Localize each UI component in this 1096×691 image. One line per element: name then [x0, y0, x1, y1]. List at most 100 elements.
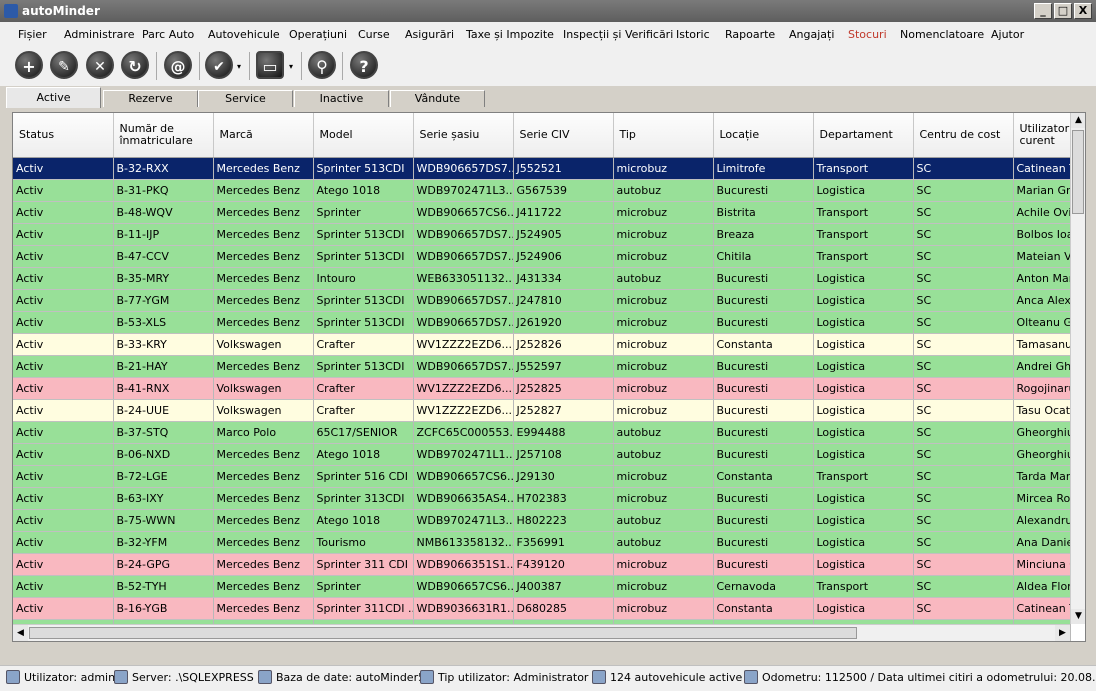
column-header[interactable]: Număr de înmatriculare	[113, 113, 214, 158]
table-cell[interactable]: J524905	[513, 223, 614, 246]
table-cell[interactable]: Sprinter	[313, 201, 414, 224]
column-header[interactable]: Locație	[713, 113, 814, 158]
table-cell[interactable]: WDB9702471L3...	[413, 509, 514, 532]
table-cell[interactable]: Mercedes Benz	[213, 179, 314, 202]
table-cell[interactable]: WV1ZZZ2EZD6...	[413, 333, 514, 356]
menu-operatiuni[interactable]: Operațiuni	[289, 28, 347, 41]
table-cell[interactable]: ZCFC65C000553...	[413, 421, 514, 444]
menu-curse[interactable]: Curse	[358, 28, 390, 41]
email-icon[interactable]: @	[164, 51, 192, 79]
table-cell[interactable]: microbuz	[613, 333, 714, 356]
tab-active[interactable]: Active	[6, 87, 101, 108]
table-cell[interactable]: B-33-KRY	[113, 333, 214, 356]
table-cell[interactable]: Mercedes Benz	[213, 443, 314, 466]
table-cell[interactable]: Mercedes Benz	[213, 267, 314, 290]
table-cell[interactable]: Cernavoda	[713, 575, 814, 598]
table-row[interactable]: Activ B-77-YGM Mercedes Benz Sprinter 513C…	[13, 289, 1071, 312]
table-cell[interactable]: Mercedes Benz	[213, 157, 314, 180]
maximize-button[interactable]: □	[1054, 3, 1072, 19]
table-cell[interactable]: Constanta	[713, 597, 814, 620]
column-header[interactable]: Status	[13, 113, 114, 158]
table-cell[interactable]: Mercedes Benz	[213, 465, 314, 488]
table-cell[interactable]: J524906	[513, 245, 614, 268]
table-row[interactable]: Activ B-48-WQV Mercedes Benz Sprinter WDB90…	[13, 201, 1071, 224]
table-cell[interactable]: Breaza	[713, 223, 814, 246]
search-icon[interactable]: ⚲	[308, 51, 336, 79]
table-cell[interactable]: SC	[913, 245, 1014, 268]
table-cell[interactable]: B-11-IJP	[113, 223, 214, 246]
table-cell[interactable]: Atego 1018	[313, 179, 414, 202]
table-cell[interactable]: microbuz	[613, 289, 714, 312]
table-cell[interactable]: B-24-UUE	[113, 399, 214, 422]
table-cell[interactable]: SC	[913, 289, 1014, 312]
tab-service[interactable]: Service	[198, 90, 293, 107]
table-cell[interactable]: B-31-PKQ	[113, 179, 214, 202]
table-cell[interactable]: B-06-NXD	[113, 443, 214, 466]
table-cell[interactable]: Sprinter 513CDI	[313, 245, 414, 268]
horizontal-scrollbar[interactable]: ◀ ▶	[13, 624, 1070, 641]
table-cell[interactable]: WDB9702471L3...	[413, 179, 514, 202]
table-cell[interactable]: J552521	[513, 157, 614, 180]
table-cell[interactable]: Limitrofe	[713, 157, 814, 180]
table-cell[interactable]: J411722	[513, 201, 614, 224]
table-cell[interactable]: Marco Polo	[213, 421, 314, 444]
menu-inspectii[interactable]: Inspecții și Verificări	[563, 28, 673, 41]
table-cell[interactable]: Logistica	[813, 179, 914, 202]
table-cell[interactable]: E994488	[513, 421, 614, 444]
table-cell[interactable]: Atego 1018	[313, 509, 414, 532]
table-cell[interactable]: J400387	[513, 575, 614, 598]
delete-icon[interactable]: ✕	[86, 51, 114, 79]
table-cell[interactable]: B-24-GPG	[113, 553, 214, 576]
table-row[interactable]: Activ B-31-PKQ Mercedes Benz Atego 1018 WDB…	[13, 179, 1071, 202]
table-cell[interactable]: B-52-TYH	[113, 575, 214, 598]
table-cell[interactable]: Sprinter 313CDI	[313, 487, 414, 510]
table-cell[interactable]: Sprinter 513CDI	[313, 355, 414, 378]
scroll-left-icon[interactable]: ◀	[13, 625, 28, 641]
table-cell[interactable]: SC	[913, 597, 1014, 620]
table-cell[interactable]: Bucuresti	[713, 311, 814, 334]
vertical-scrollbar[interactable]: ▲ ▼	[1070, 113, 1085, 624]
table-cell[interactable]: F356991	[513, 531, 614, 554]
table-cell[interactable]: SC	[913, 443, 1014, 466]
table-cell[interactable]: microbuz	[613, 597, 714, 620]
table-cell[interactable]: microbuz	[613, 465, 714, 488]
table-cell[interactable]: Activ	[13, 597, 114, 620]
column-header[interactable]: Departament	[813, 113, 914, 158]
table-cell[interactable]: Mircea Rob	[1013, 487, 1071, 510]
table-cell[interactable]: Transport	[813, 223, 914, 246]
table-cell[interactable]: Sprinter 311CDI ...	[313, 597, 414, 620]
table-cell[interactable]: Bolbos Ioan	[1013, 223, 1071, 246]
table-cell[interactable]: SC	[913, 377, 1014, 400]
table-cell[interactable]: Catinean T	[1013, 597, 1071, 620]
table-cell[interactable]: Mercedes Benz	[213, 575, 314, 598]
table-cell[interactable]: Bucuresti	[713, 267, 814, 290]
table-cell[interactable]: Mercedes Benz	[213, 355, 314, 378]
scroll-up-icon[interactable]: ▲	[1071, 113, 1085, 128]
table-cell[interactable]: Bucuresti	[713, 531, 814, 554]
table-row[interactable]: Activ B-53-XLS Mercedes Benz Sprinter 513C…	[13, 311, 1071, 334]
table-cell[interactable]: WDB906657DS7...	[413, 245, 514, 268]
table-cell[interactable]: WDB906657DS7...	[413, 355, 514, 378]
table-cell[interactable]: G567539	[513, 179, 614, 202]
table-cell[interactable]: Tasu Ocata	[1013, 399, 1071, 422]
table-cell[interactable]: WDB906657DS7...	[413, 311, 514, 334]
table-cell[interactable]: autobuz	[613, 421, 714, 444]
table-cell[interactable]: Activ	[13, 531, 114, 554]
menu-rapoarte[interactable]: Rapoarte	[725, 28, 775, 41]
help-icon[interactable]: ?	[350, 51, 378, 79]
table-cell[interactable]: Tourismo	[313, 531, 414, 554]
table-cell[interactable]: B-75-WWN	[113, 509, 214, 532]
table-cell[interactable]: Andrei Ghe	[1013, 355, 1071, 378]
table-cell[interactable]: Activ	[13, 443, 114, 466]
table-cell[interactable]: NMB613358132...	[413, 531, 514, 554]
table-cell[interactable]: Activ	[13, 245, 114, 268]
table-cell[interactable]: Mercedes Benz	[213, 223, 314, 246]
menu-autovehicule[interactable]: Autovehicule	[208, 28, 280, 41]
table-row[interactable]: Activ B-24-UUE Volkswagen Crafter WV1ZZZ2EZD…	[13, 399, 1071, 422]
column-header[interactable]: Marcă	[213, 113, 314, 158]
table-cell[interactable]: SC	[913, 553, 1014, 576]
table-cell[interactable]: Activ	[13, 575, 114, 598]
tab-inactive[interactable]: Inactive	[294, 90, 389, 107]
table-cell[interactable]: Volkswagen	[213, 377, 314, 400]
table-cell[interactable]: Marian Grig	[1013, 179, 1071, 202]
